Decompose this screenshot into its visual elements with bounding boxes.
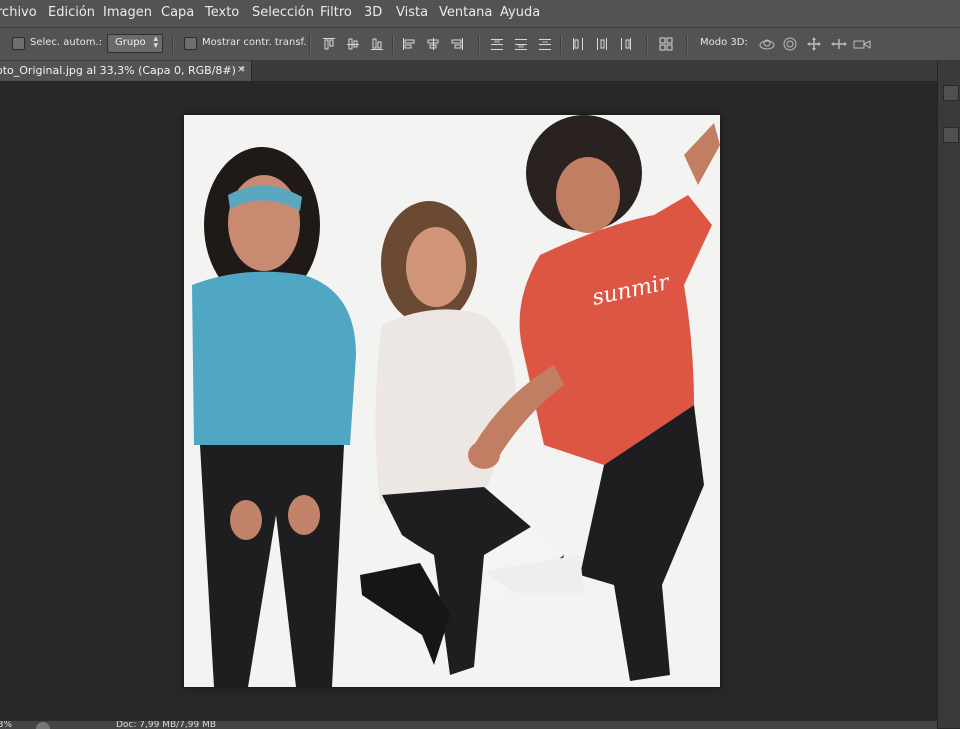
separator (646, 35, 648, 54)
menu-bar: rchivo Edición Imagen Capa Texto Selecci… (0, 0, 960, 28)
align-top-edges-icon[interactable] (322, 37, 336, 51)
menu-archivo[interactable]: rchivo (0, 5, 37, 20)
menu-filtro[interactable]: Filtro (320, 5, 352, 20)
3d-pan-icon[interactable] (807, 37, 821, 51)
separator (172, 35, 174, 54)
3d-rotate-icon[interactable] (758, 37, 776, 51)
distribute-top-icon[interactable] (490, 37, 504, 51)
menu-vista[interactable]: Vista (396, 5, 428, 20)
right-woman-face (556, 157, 620, 233)
3d-slide-icon[interactable] (830, 37, 848, 51)
group-dropdown[interactable]: Grupo ▴ ▾ (107, 34, 163, 53)
right-panel-dock (937, 61, 960, 728)
joined-hands (468, 441, 500, 469)
align-bottom-edges-icon[interactable] (370, 37, 384, 51)
auto-align-layers-icon[interactable] (659, 37, 673, 51)
group-dropdown-value: Grupo (115, 37, 146, 48)
document-tab-title: oto_Original.jpg al 33,3% (Capa 0, RGB/8… (0, 64, 245, 77)
document-tab[interactable]: oto_Original.jpg al 33,3% (Capa 0, RGB/8… (0, 61, 252, 81)
photo-canvas[interactable]: sunmir (184, 115, 720, 687)
mode-3d-label: Modo 3D: (700, 37, 748, 48)
options-bar: Selec. autom.: Grupo ▴ ▾ Mostrar contr. t… (0, 28, 960, 61)
3d-panel-icon[interactable] (943, 127, 959, 143)
menu-seleccion[interactable]: Selección (252, 5, 314, 20)
menu-texto[interactable]: Texto (205, 5, 239, 20)
separator (560, 35, 562, 54)
left-woman-hand (230, 500, 262, 540)
document-tab-bar: oto_Original.jpg al 33,3% (Capa 0, RGB/8… (0, 61, 937, 82)
show-transform-checkbox[interactable] (184, 37, 197, 50)
menu-edicion[interactable]: Edición (48, 5, 95, 20)
distribute-bottom-icon[interactable] (538, 37, 552, 51)
3d-scale-camera-icon[interactable] (853, 37, 871, 51)
align-left-edges-icon[interactable] (402, 37, 416, 51)
separator (309, 35, 311, 54)
separator (478, 35, 480, 54)
distribute-left-icon[interactable] (571, 37, 585, 51)
show-transform-label: Mostrar contr. transf. (202, 37, 307, 48)
auto-select-checkbox[interactable] (12, 37, 25, 50)
separator (392, 35, 394, 54)
align-right-edges-icon[interactable] (450, 37, 464, 51)
distribute-vertical-centers-icon[interactable] (514, 37, 528, 51)
distribute-right-icon[interactable] (619, 37, 633, 51)
3d-roll-icon[interactable] (783, 37, 797, 51)
left-woman-hand (288, 495, 320, 535)
menu-capa[interactable]: Capa (161, 5, 194, 20)
middle-woman-face (406, 227, 466, 307)
align-vertical-centers-icon[interactable] (346, 37, 360, 51)
menu-imagen[interactable]: Imagen (103, 5, 152, 20)
photo-image: sunmir (184, 115, 720, 687)
separator (686, 35, 688, 54)
menu-3d[interactable]: 3D (364, 5, 382, 20)
align-horizontal-centers-icon[interactable] (426, 37, 440, 51)
left-woman-blouse (192, 271, 356, 445)
dropdown-arrows-icon: ▴ ▾ (153, 34, 158, 51)
auto-select-label: Selec. autom.: (30, 37, 103, 48)
menu-ayuda[interactable]: Ayuda (500, 5, 540, 20)
panel-collapse-icon[interactable] (943, 85, 959, 101)
menu-ventana[interactable]: Ventana (439, 5, 492, 20)
close-icon[interactable]: × (237, 64, 245, 75)
distribute-horizontal-centers-icon[interactable] (595, 37, 609, 51)
